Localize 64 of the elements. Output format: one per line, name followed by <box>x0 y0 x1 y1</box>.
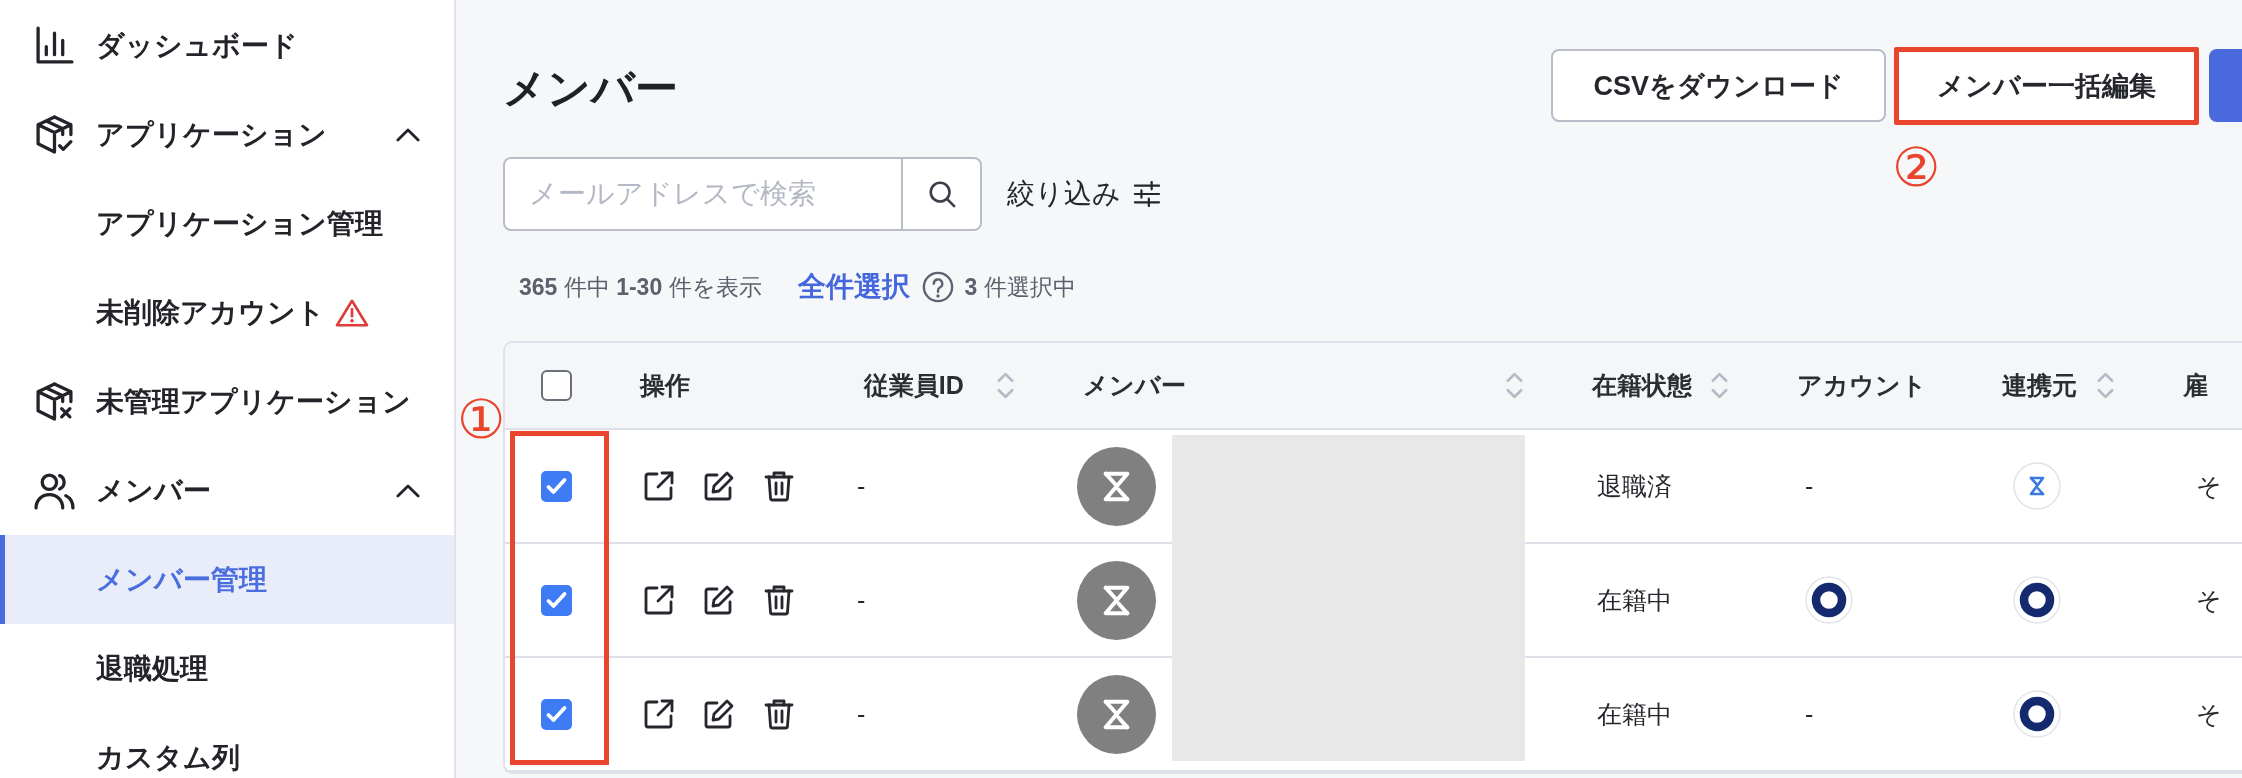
sliders-icon <box>1133 181 1161 207</box>
sort-icon <box>1710 370 1730 401</box>
checkbox[interactable] <box>541 698 572 730</box>
column-text: そ <box>2196 698 2222 730</box>
sidebar-item[interactable]: カスタム列 <box>0 713 454 778</box>
sidebar-item[interactable]: メンバー管理 <box>0 535 454 624</box>
page-title: メンバー <box>503 62 678 114</box>
edit-icon[interactable] <box>703 584 735 616</box>
account-text: - <box>1805 699 1814 729</box>
account-text: - <box>1805 471 1814 501</box>
sidebar-item[interactable]: 未削除アカウント <box>0 268 454 357</box>
edit-icon[interactable] <box>703 470 735 502</box>
search-field[interactable]: メールアドレスで検索 <box>503 157 901 231</box>
column-header: 操作 <box>640 370 690 401</box>
result-count-text: 365 件中 1-30 件を表示 <box>519 272 762 302</box>
bulk-edit-button[interactable]: メンバー一括編集 <box>1894 46 2199 125</box>
sidebar-item[interactable]: アプリケーション <box>0 90 454 179</box>
avatar-icon <box>1077 674 1156 754</box>
sortable-column-header[interactable]: メンバー <box>1082 369 1524 402</box>
trash-icon[interactable] <box>763 584 795 616</box>
annotation-number: ① <box>457 393 505 445</box>
filter-button[interactable]: 絞り込み <box>1007 175 1161 213</box>
external-link-icon[interactable] <box>643 584 675 616</box>
trash-icon[interactable] <box>763 698 795 730</box>
sortable-column-header[interactable]: 在籍状態 <box>1591 369 1730 402</box>
column-text: そ <box>2196 470 2222 502</box>
help-icon[interactable] <box>921 271 954 303</box>
edit-icon[interactable] <box>703 698 735 730</box>
bar-chart-icon <box>34 25 75 66</box>
avatar-icon <box>1077 560 1156 640</box>
csv-download-button[interactable]: CSVをダウンロード <box>1551 49 1886 122</box>
search-button[interactable] <box>901 157 982 231</box>
sidebar-item[interactable]: 退職処理 <box>0 624 454 713</box>
sortable-column-header[interactable]: 連携元 <box>2002 369 2115 402</box>
external-link-icon[interactable] <box>643 470 675 502</box>
sidebar-item[interactable]: メンバー <box>0 446 454 535</box>
checkbox[interactable] <box>541 470 572 502</box>
sidebar-item[interactable]: 未管理アプリケーション <box>0 357 454 446</box>
employee-id-text: - <box>857 699 866 729</box>
trash-icon[interactable] <box>763 470 795 502</box>
employee-id-text: - <box>857 585 866 615</box>
select-all-link[interactable]: 全件選択 <box>797 268 910 306</box>
sortable-column-header[interactable]: 従業員ID <box>863 369 1015 402</box>
selection-count-text: 3 件選択中 <box>964 272 1076 302</box>
sidebar-item[interactable]: ダッシュボード <box>0 1 454 90</box>
sort-icon <box>2096 370 2115 401</box>
checkbox[interactable] <box>541 370 572 401</box>
column-text: そ <box>2196 584 2222 616</box>
status-text: 在籍中 <box>1597 698 1672 730</box>
column-header: アカウント <box>1797 370 1928 401</box>
status-text: 退職済 <box>1597 470 1672 502</box>
box-x-icon <box>34 381 75 422</box>
employee-id-text: - <box>857 471 866 501</box>
column-header: 雇 <box>2183 370 2208 401</box>
sidebar-item[interactable]: アプリケーション管理 <box>0 179 454 268</box>
external-link-icon[interactable] <box>643 698 675 730</box>
checkbox[interactable] <box>541 584 572 616</box>
annotation-number: ② <box>1892 140 1940 193</box>
box-check-icon <box>34 114 75 155</box>
sort-icon <box>995 370 1015 401</box>
sort-icon <box>1504 370 1524 401</box>
search-icon <box>926 179 957 209</box>
status-text: 在籍中 <box>1597 584 1672 616</box>
avatar-icon <box>1077 446 1156 526</box>
